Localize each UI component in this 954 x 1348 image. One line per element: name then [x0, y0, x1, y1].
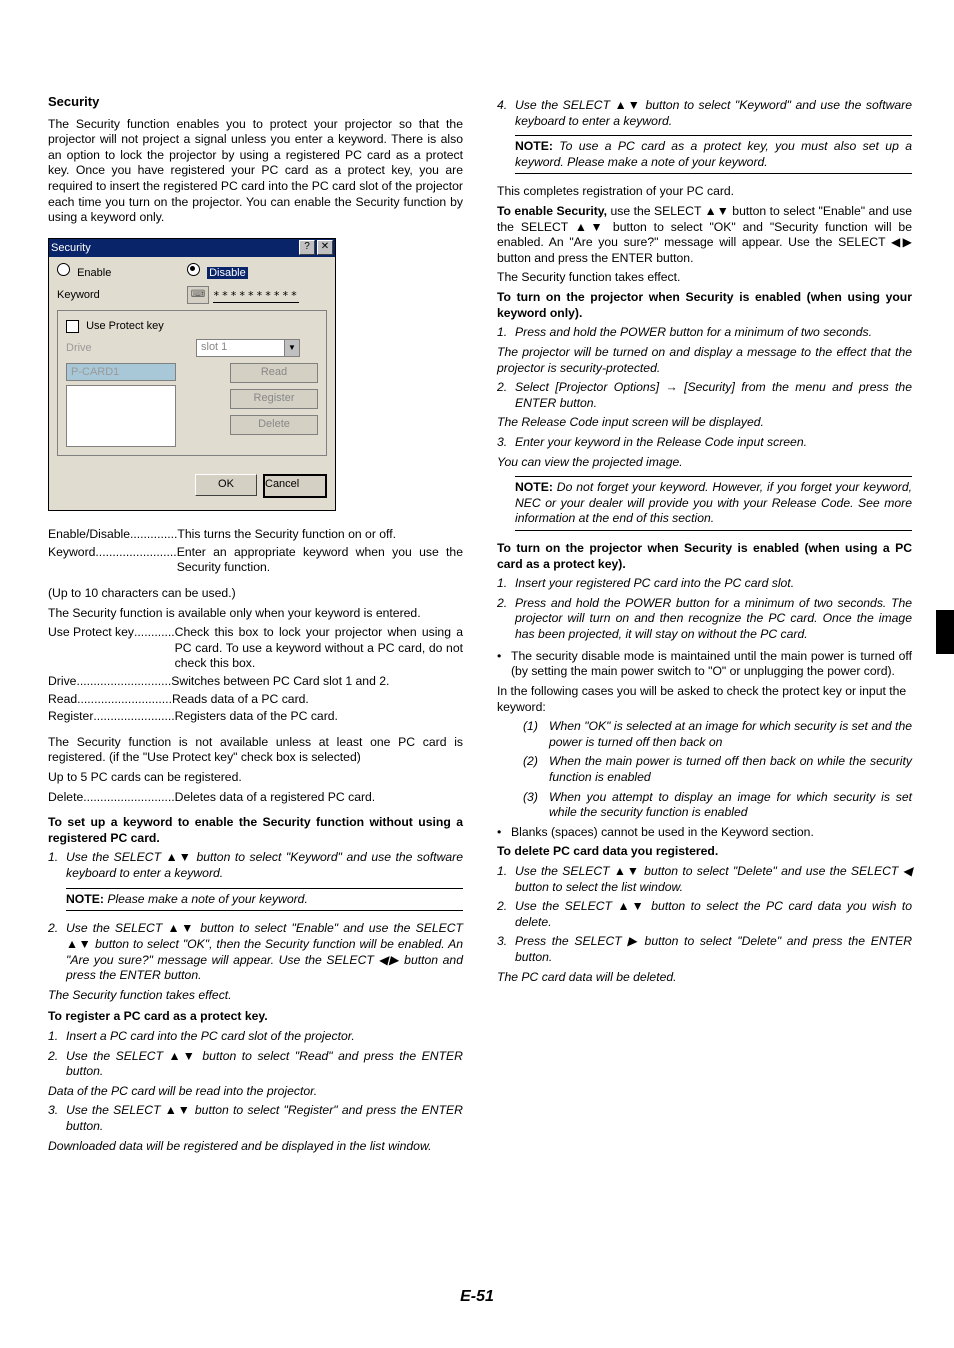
chevron-down-icon: ▼	[284, 340, 299, 356]
def2-cont-1: The Security function is not available u…	[48, 735, 463, 766]
bullet1-cont: In the following cases you will be asked…	[497, 684, 912, 715]
sub2: To register a PC card as a protect key.	[48, 1009, 463, 1025]
disable-label: Disable	[207, 267, 248, 279]
def2-cont-2: Up to 5 PC cards can be registered.	[48, 770, 463, 786]
section-tab	[936, 610, 954, 654]
steps-2: 1Insert a PC card into the PC card slot …	[48, 1029, 463, 1154]
delete-button[interactable]: Delete	[230, 415, 318, 435]
enable-para: To enable Security, use the SELECT ▲▼ bu…	[497, 204, 912, 266]
cancel-button[interactable]: Cancel	[263, 474, 327, 498]
sub5: To delete PC card data you registered.	[497, 844, 912, 860]
bullet-list-2: Blanks (spaces) cannot be used in the Ke…	[497, 825, 912, 841]
drive-dropdown[interactable]: slot 1 ▼	[196, 339, 300, 357]
sub1: To set up a keyword to enable the Securi…	[48, 815, 463, 846]
steps-3: 1Press and hold the POWER button for a m…	[497, 325, 912, 470]
dialog-titlebar: Security ? ✕	[49, 239, 335, 257]
definition-list-1: Enable/Disable .............. This turns…	[48, 527, 463, 576]
enable-label: Enable	[77, 267, 111, 279]
help-icon[interactable]: ?	[299, 240, 315, 255]
note-2-text: Do not forget your keyword. However, if …	[515, 480, 912, 525]
use-protect-checkbox[interactable]	[66, 320, 79, 333]
after-note: This completes registration of your PC c…	[497, 184, 912, 200]
keyword-field[interactable]: ∗∗∗∗∗∗∗∗∗∗	[213, 287, 299, 302]
steps-5: 1Use the SELECT ▲▼ button to select "Del…	[497, 864, 912, 985]
sub4: To turn on the projector when Security i…	[497, 541, 912, 572]
read-button[interactable]: Read	[230, 363, 318, 383]
page-number: E-51	[0, 1288, 954, 1306]
keyboard-icon[interactable]: ⌨	[187, 286, 209, 304]
keyword-label: Keyword	[57, 288, 187, 302]
steps-4: 1Insert your registered PC card into the…	[497, 576, 912, 642]
close-icon[interactable]: ✕	[317, 240, 333, 255]
bullet-list-1: The security disable mode is maintained …	[497, 649, 912, 680]
definition-list-3: Delete ........................... Delet…	[48, 790, 463, 806]
definition-list-2: Use Protect key ............ Check this …	[48, 625, 463, 725]
steps-1b: 2Use the SELECT ▲▼ button to select "Ena…	[48, 921, 463, 1003]
enable-bold: To enable Security,	[497, 204, 607, 218]
sub-list: (1)When "OK" is selected at an image for…	[523, 719, 912, 821]
register-button[interactable]: Register	[230, 389, 318, 409]
sub3: To turn on the projector when Security i…	[497, 290, 912, 321]
dialog-title: Security	[51, 241, 297, 255]
disable-radio[interactable]	[187, 263, 200, 276]
drive-value: slot 1	[201, 341, 227, 353]
right-column: 4Use the SELECT ▲▼ button to select "Key…	[497, 94, 912, 1160]
steps-top: 4Use the SELECT ▲▼ button to select "Key…	[497, 98, 912, 129]
def-cont-1: (Up to 10 characters can be used.)	[48, 586, 463, 602]
ok-button[interactable]: OK	[195, 474, 257, 496]
note-1-text: Please make a note of your keyword.	[107, 892, 308, 906]
security-dialog: Security ? ✕ Enable Disable Keyword	[48, 238, 336, 511]
note-top: NOTE: To use a PC card as a protect key,…	[515, 135, 912, 174]
steps-1: 1Use the SELECT ▲▼ button to select "Key…	[48, 850, 463, 881]
note-top-text: To use a PC card as a protect key, you m…	[515, 139, 912, 169]
intro-text: The Security function enables you to pro…	[48, 117, 463, 226]
def-cont-2: The Security function is available only …	[48, 606, 463, 622]
card-listbox[interactable]	[66, 385, 176, 447]
list-header: P-CARD1	[66, 363, 176, 381]
note-2: NOTE: Do not forget your keyword. Howeve…	[515, 476, 912, 531]
security-heading: Security	[48, 94, 463, 111]
note-1: NOTE: Please make a note of your keyword…	[66, 888, 463, 912]
left-column: Security The Security function enables y…	[48, 94, 463, 1160]
enable-tail: The Security function takes effect.	[497, 270, 912, 286]
drive-label: Drive	[66, 341, 196, 355]
use-protect-label: Use Protect key	[86, 320, 164, 332]
enable-radio[interactable]	[57, 263, 70, 276]
